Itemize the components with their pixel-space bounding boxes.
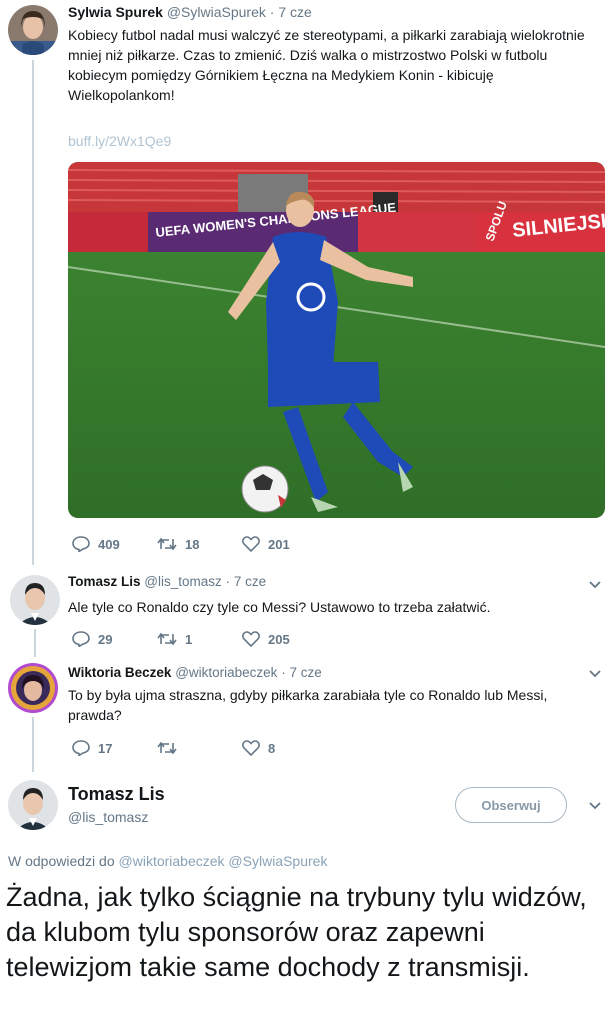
avatar[interactable] bbox=[8, 5, 58, 55]
timestamp[interactable]: 7 cze bbox=[234, 574, 266, 589]
heart-icon bbox=[242, 631, 260, 647]
tweet-header: Sylwia Spurek @SylwiaSpurek · 7 cze bbox=[68, 4, 312, 20]
tweet-header: Tomasz Lis @lis_tomasz · 7 cze bbox=[68, 574, 266, 589]
heart-icon bbox=[242, 536, 260, 552]
author-name[interactable]: Tomasz Lis bbox=[68, 784, 165, 805]
timestamp[interactable]: 7 cze bbox=[278, 4, 311, 20]
like-count: 201 bbox=[268, 536, 290, 552]
reply-icon bbox=[72, 631, 90, 647]
author-handle[interactable]: @wiktoriabeczek bbox=[175, 665, 277, 680]
like-button[interactable]: 205 bbox=[242, 631, 327, 647]
reply-button[interactable]: 17 bbox=[72, 740, 157, 756]
tweet-actions: 17 8 bbox=[72, 740, 327, 756]
like-button[interactable]: 8 bbox=[242, 740, 327, 756]
author-handle[interactable]: @SylwiaSpurek bbox=[167, 4, 266, 20]
retweet-button[interactable]: 18 bbox=[157, 537, 242, 552]
like-button[interactable]: 201 bbox=[242, 536, 327, 552]
tweet-actions: 29 1 205 bbox=[72, 631, 327, 647]
like-count: 205 bbox=[268, 631, 290, 647]
thread-line bbox=[34, 629, 36, 657]
separator-dot: · bbox=[225, 574, 231, 589]
retweet-count: 18 bbox=[185, 536, 200, 552]
reply-icon bbox=[72, 740, 90, 756]
separator-dot: · bbox=[281, 665, 286, 680]
reply-count: 17 bbox=[98, 740, 113, 756]
chevron-down-icon[interactable] bbox=[588, 799, 602, 813]
reply-to-mentions[interactable]: @wiktoriabeczek @SylwiaSpurek bbox=[119, 853, 328, 869]
reply-count: 29 bbox=[98, 631, 113, 647]
reply-to-line: W odpowiedzi do @wiktoriabeczek @SylwiaS… bbox=[8, 853, 327, 869]
author-name[interactable]: Wiktoria Beczek bbox=[68, 665, 171, 680]
tweet-link[interactable]: buff.ly/2Wx1Qe9 bbox=[68, 133, 171, 149]
reply-to-prefix: W odpowiedzi do bbox=[8, 853, 115, 869]
author-handle[interactable]: @lis_tomasz bbox=[144, 574, 221, 589]
separator-dot: · bbox=[269, 4, 275, 20]
thread-line bbox=[32, 60, 34, 565]
thread-line bbox=[32, 717, 34, 772]
follow-button[interactable]: Obserwuj bbox=[455, 787, 567, 823]
main-tweet-text: Żadna, jak tylko ściągnie na trybuny tyl… bbox=[6, 882, 587, 982]
retweet-icon bbox=[157, 537, 177, 551]
avatar[interactable] bbox=[8, 663, 58, 713]
reply-button[interactable]: 409 bbox=[72, 536, 157, 552]
retweet-icon bbox=[157, 632, 177, 646]
football-photo: UEFA WOMEN'S CHAMPIONS LEAGUE SPOLU SILN… bbox=[68, 162, 605, 518]
retweet-button[interactable] bbox=[157, 741, 242, 755]
reply-count: 409 bbox=[98, 536, 120, 552]
author-handle[interactable]: @lis_tomasz bbox=[68, 809, 148, 825]
tweet-photo[interactable]: UEFA WOMEN'S CHAMPIONS LEAGUE SPOLU SILN… bbox=[68, 162, 605, 518]
retweet-count: 1 bbox=[185, 631, 193, 647]
chevron-down-icon[interactable] bbox=[588, 578, 602, 592]
retweet-icon bbox=[157, 741, 177, 755]
tweet-sylwia: Sylwia Spurek @SylwiaSpurek · 7 cze Kobi… bbox=[0, 0, 610, 565]
retweet-button[interactable]: 1 bbox=[157, 632, 242, 647]
avatar[interactable] bbox=[10, 575, 60, 625]
tweet-text: Ale tyle co Ronaldo czy tyle co Messi? U… bbox=[68, 599, 491, 615]
tweet-text: To by była ujma straszna, gdyby piłkarka… bbox=[68, 687, 548, 723]
reply-icon bbox=[72, 536, 90, 552]
tweet-header: Wiktoria Beczek @wiktoriabeczek · 7 cze bbox=[68, 665, 322, 680]
timestamp[interactable]: 7 cze bbox=[289, 665, 321, 680]
main-tweet: Tomasz Lis @lis_tomasz Obserwuj W odpowi… bbox=[0, 772, 610, 1014]
tweet-wiktoria: Wiktoria Beczek @wiktoriabeczek · 7 cze … bbox=[0, 657, 610, 772]
like-count: 8 bbox=[268, 740, 276, 756]
author-name[interactable]: Tomasz Lis bbox=[68, 574, 141, 589]
author-name[interactable]: Sylwia Spurek bbox=[68, 4, 163, 20]
chevron-down-icon[interactable] bbox=[588, 667, 602, 681]
tweet-tomasz-reply: Tomasz Lis @lis_tomasz · 7 cze Ale tyle … bbox=[0, 565, 610, 657]
reply-button[interactable]: 29 bbox=[72, 631, 157, 647]
heart-icon bbox=[242, 740, 260, 756]
avatar[interactable] bbox=[8, 780, 58, 830]
tweet-text: Kobiecy futbol nadal musi walczyć ze ste… bbox=[68, 27, 585, 103]
tweet-actions: 409 18 201 bbox=[72, 536, 327, 552]
